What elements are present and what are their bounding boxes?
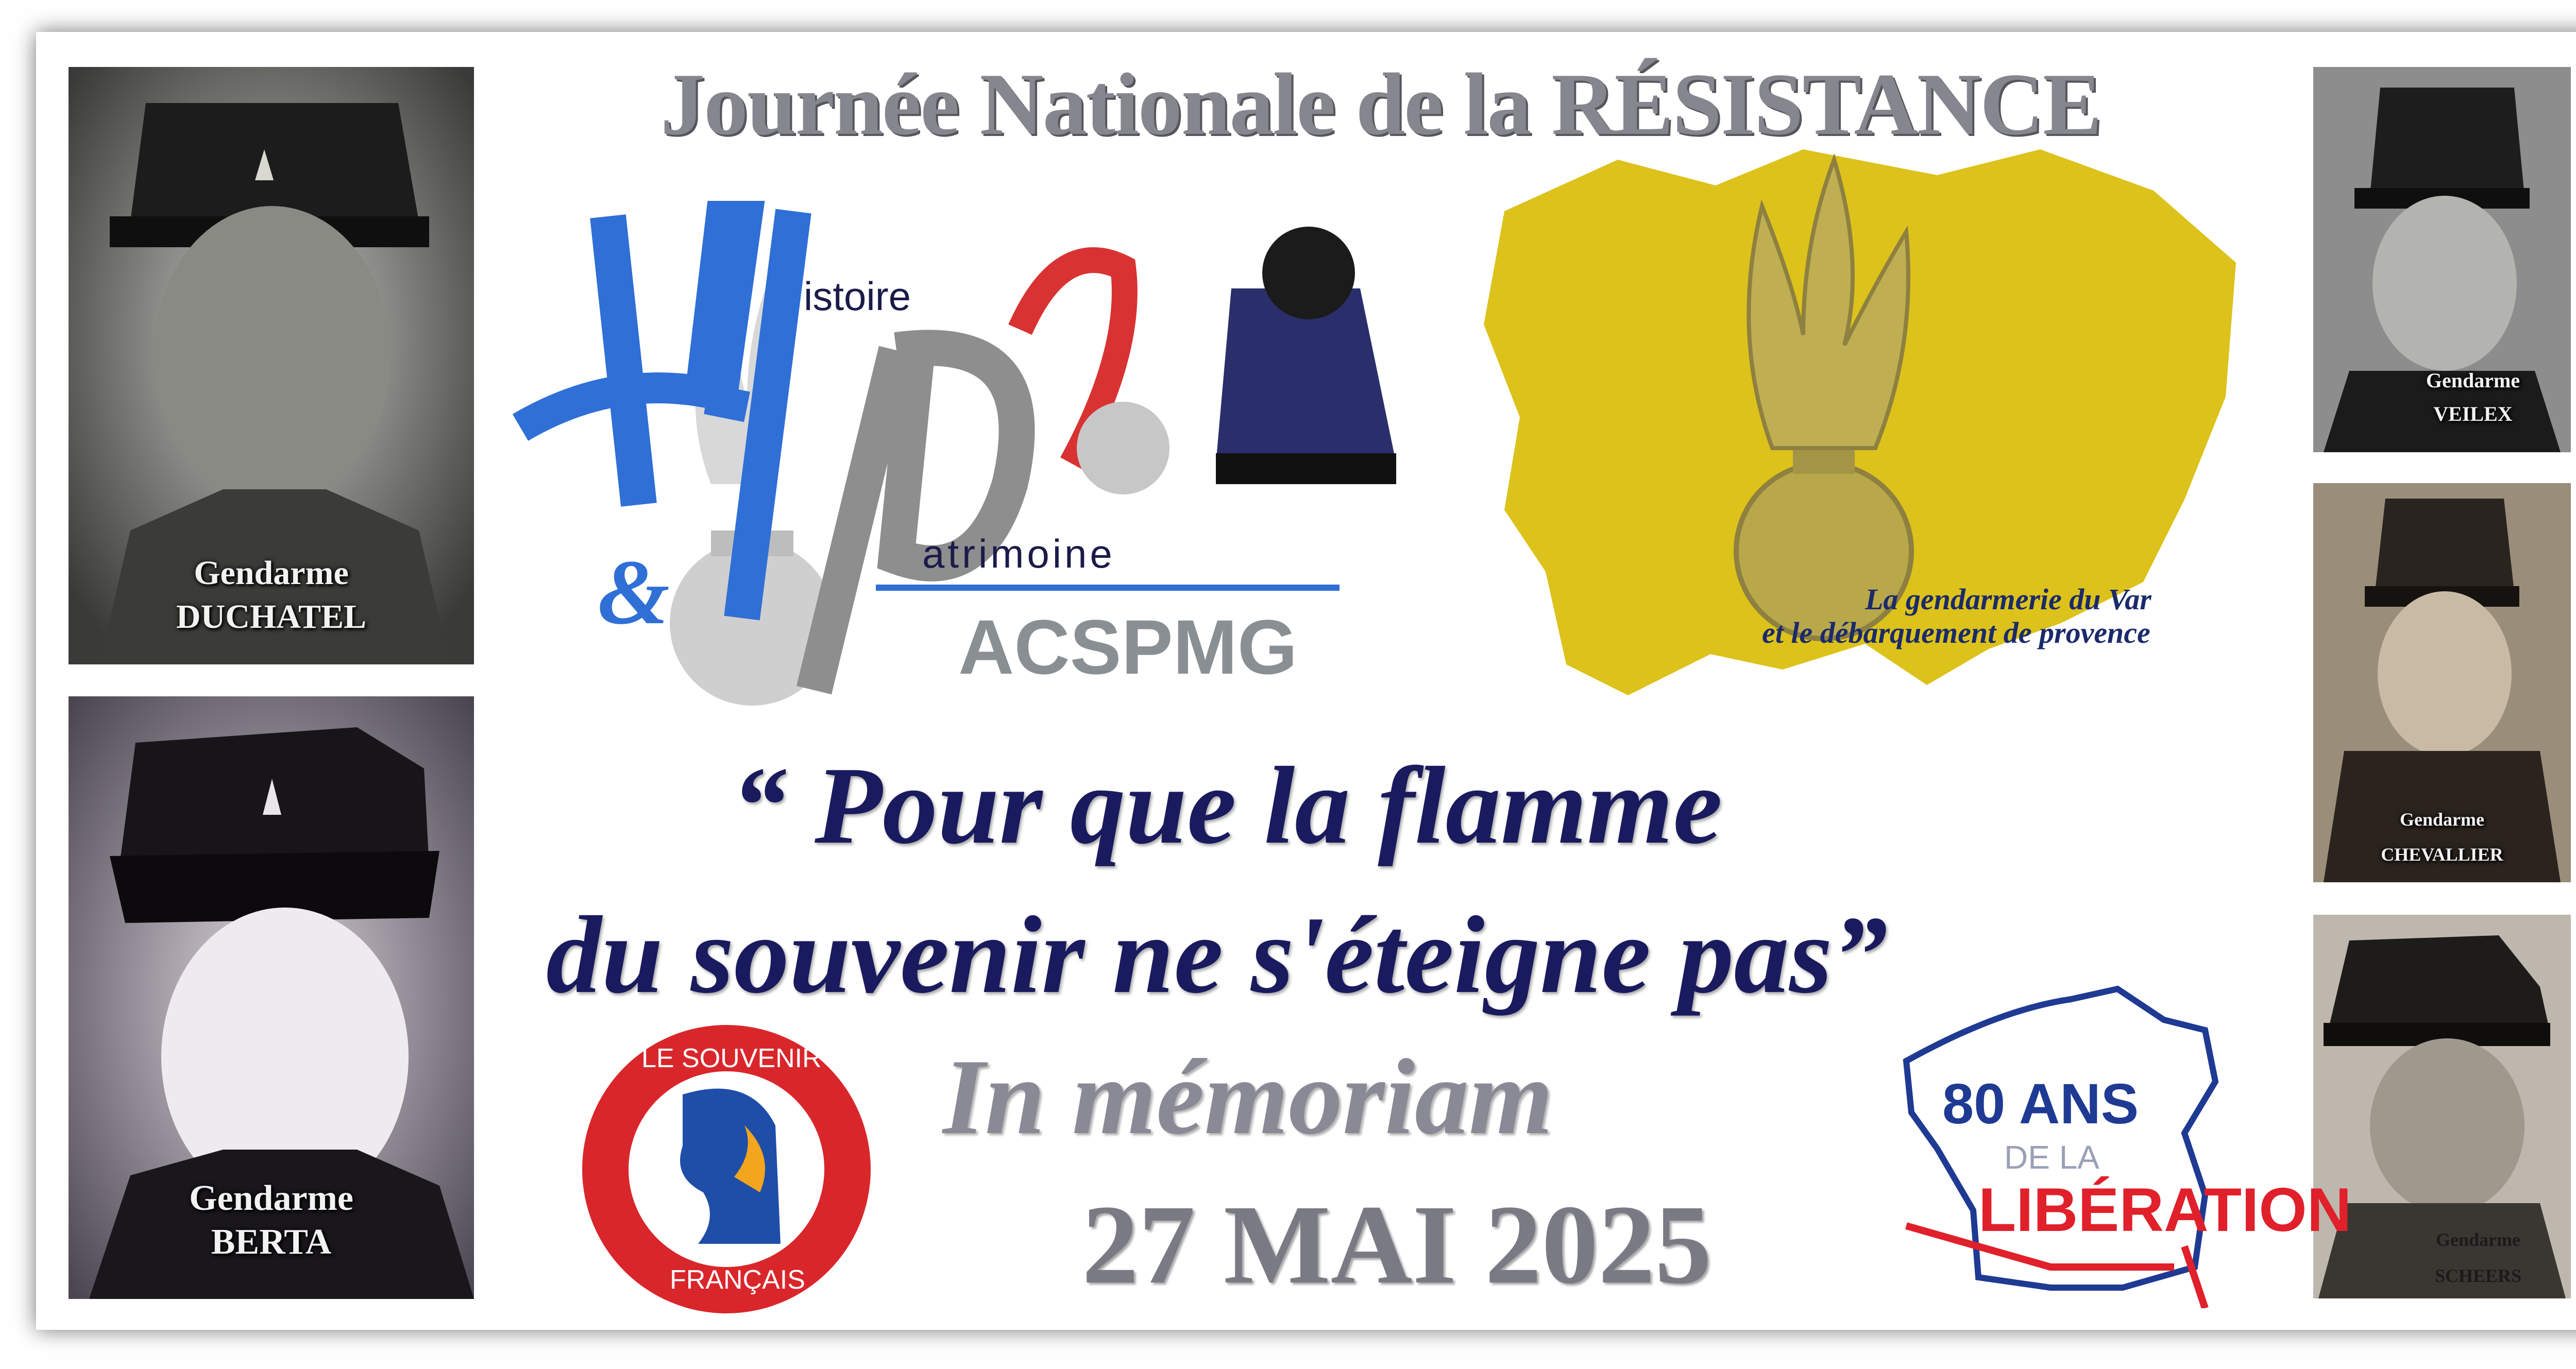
portrait-duchatel: Gendarme DUCHATEL — [69, 67, 474, 664]
portrait-name: DUCHATEL — [176, 598, 367, 636]
histoire-label: istoire — [804, 273, 911, 319]
portrait-name: CHEVALLIER — [2381, 844, 2503, 865]
liberation-80-logo: 80 ANS DE LA LIBÉRATION — [1896, 979, 2351, 1308]
event-date: 27 MAI 2025 — [1082, 1182, 1712, 1307]
liberation-middle: DE LA — [2004, 1139, 2099, 1176]
portrait-rank: Gendarme — [2426, 369, 2520, 392]
portrait-image — [2313, 67, 2571, 452]
in-memoriam: In mémoriam — [943, 1037, 1553, 1157]
portrait-veilex: Gendarme VEILEX — [2313, 67, 2571, 452]
svg-text:&: & — [598, 541, 670, 643]
portrait-scheers: Gendarme SCHEERS — [2313, 915, 2571, 1298]
portrait-rank: Gendarme — [189, 1178, 353, 1218]
portrait-name: VEILEX — [2433, 402, 2513, 425]
liberation-number: 80 ANS — [1942, 1072, 2139, 1136]
var-map: La gendarmerie du Var et le débarquement… — [1473, 129, 2251, 726]
map-caption-line1: La gendarmerie du Var — [1865, 583, 2151, 616]
liberation-word: LIBÉRATION — [1978, 1175, 2352, 1244]
quote-line1: “ Pour que la flamme — [732, 744, 1723, 867]
portrait-chevallier: Gendarme CHEVALLIER — [2313, 483, 2571, 882]
portrait-berta: Gendarme BERTA — [69, 696, 474, 1299]
portrait-rank: Gendarme — [2400, 809, 2484, 830]
souvenir-bottom-label: FRANÇAIS — [670, 1265, 805, 1295]
patrimoine-label: atrimoine — [922, 531, 1115, 576]
souvenir-top-label: LE SOUVENIR — [641, 1043, 822, 1073]
portrait-name: BERTA — [211, 1222, 332, 1262]
acspmg-label: ACSPMG — [958, 604, 1298, 690]
quote-line2: du souvenir ne s'éteigne pas” — [546, 893, 1888, 1016]
portrait-rank: Gendarme — [2436, 1229, 2520, 1250]
map-caption-line2: et le débarquement de provence — [1762, 616, 2150, 649]
portrait-rank: Gendarme — [194, 554, 349, 592]
histoire-patrimoine-logo: & istoire atrimoine ACSPMG — [505, 196, 1401, 711]
portrait-name: SCHEERS — [2434, 1265, 2522, 1286]
souvenir-francais-logo: LE SOUVENIR FRANÇAIS — [580, 1022, 873, 1316]
